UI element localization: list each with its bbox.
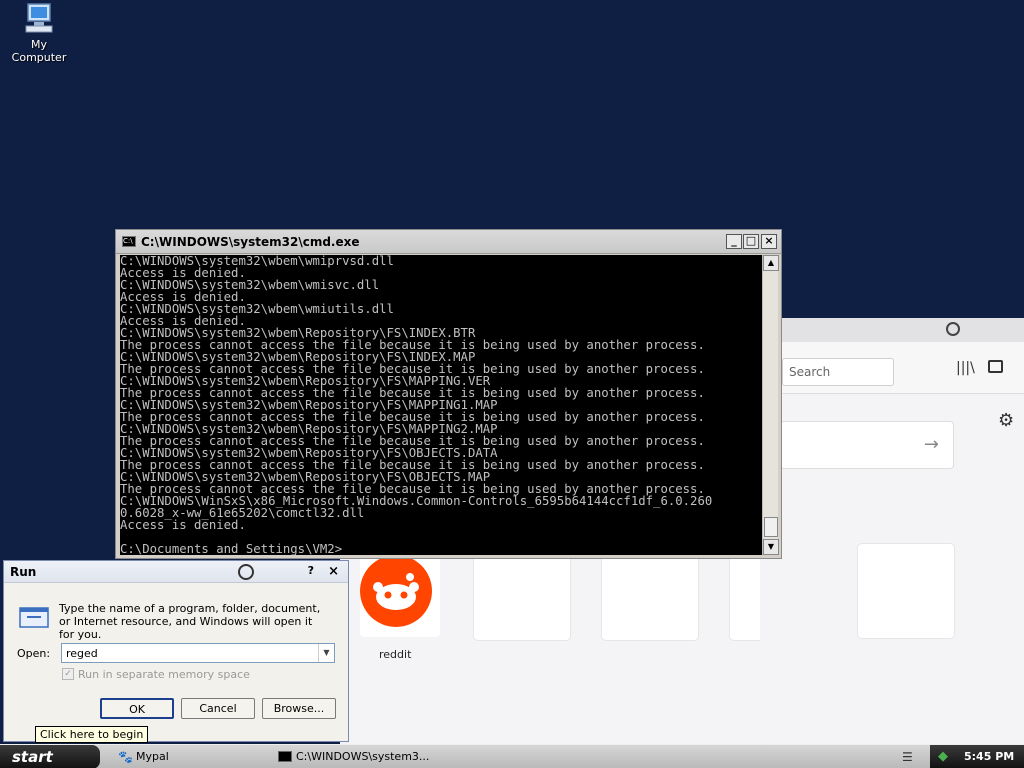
scroll-thumb[interactable]: [764, 517, 778, 537]
gear-icon[interactable]: ⚙: [998, 410, 1014, 431]
start-tooltip: Click here to begin: [35, 726, 149, 743]
xp-logo-icon: [946, 322, 960, 336]
cmd-scrollbar[interactable]: ▲ ▼: [762, 255, 779, 555]
console-line: C:\Documents and Settings\VM2>: [120, 542, 343, 555]
arrow-right-icon[interactable]: →: [924, 434, 939, 455]
cmd-window[interactable]: C:\ C:\WINDOWS\system32\cmd.exe _ □ × C:…: [115, 229, 782, 559]
taskbar-item-label: Mypal: [136, 750, 169, 763]
sidebar-icon[interactable]: [988, 360, 1003, 373]
system-tray: ◆ 5:45 PM: [930, 745, 1024, 768]
library-icon[interactable]: |||\: [956, 360, 975, 376]
start-button[interactable]: start: [0, 745, 100, 768]
empty-tile[interactable]: [858, 544, 954, 638]
reddit-tile[interactable]: [360, 555, 440, 637]
network-icon[interactable]: ☰: [902, 750, 913, 764]
cmd-title: C:\WINDOWS\system32\cmd.exe: [141, 235, 360, 249]
open-input-value[interactable]: reged: [66, 647, 98, 660]
my-computer-label: My Computer: [11, 38, 67, 64]
separate-memory-checkbox: ✓: [62, 668, 74, 680]
reddit-icon: [360, 555, 432, 627]
open-label: Open:: [17, 647, 51, 660]
computer-icon: [22, 2, 56, 36]
browser-toolbar: Search |||\: [760, 342, 1024, 394]
help-button[interactable]: ?: [308, 564, 314, 577]
run-title: Run: [10, 565, 37, 579]
clock[interactable]: 5:45 PM: [964, 750, 1014, 763]
reddit-tile-label: reddit: [379, 648, 412, 661]
newtab-search-bar[interactable]: →: [780, 421, 954, 469]
open-input[interactable]: reged ▼: [61, 643, 335, 663]
taskbar-item-mypal[interactable]: 🐾 Mypal: [116, 747, 173, 767]
close-button[interactable]: ×: [761, 234, 777, 249]
console-output[interactable]: C:\WINDOWS\system32\wbem\wmiprvsd.dll Acc…: [120, 255, 762, 555]
separate-memory-label: Run in separate memory space: [78, 668, 250, 681]
cancel-button[interactable]: Cancel: [181, 698, 255, 719]
ok-button[interactable]: OK: [100, 698, 174, 719]
close-button[interactable]: ×: [328, 564, 339, 579]
taskbar-item-cmd[interactable]: C:\WINDOWS\system3...: [276, 747, 433, 767]
scroll-up-arrow-icon[interactable]: ▲: [763, 255, 779, 271]
minimize-button[interactable]: _: [726, 234, 742, 249]
cmd-icon: [278, 751, 292, 762]
taskbar: start 🐾 Mypal C:\WINDOWS\system3... ☰ ◆ …: [0, 744, 1024, 768]
xp-logo-icon: [238, 564, 254, 580]
browser-titlebar: [760, 318, 1024, 342]
maximize-button[interactable]: □: [743, 234, 759, 249]
browse-button[interactable]: Browse...: [262, 698, 336, 719]
scroll-down-arrow-icon[interactable]: ▼: [763, 539, 779, 555]
start-label: start: [12, 748, 53, 766]
run-program-icon: [19, 605, 51, 632]
browser-window: Search |||\ ⚙: [760, 318, 1024, 744]
cmd-icon: C:\: [122, 236, 136, 247]
taskbar-item-label: C:\WINDOWS\system3...: [296, 750, 430, 763]
run-description: Type the name of a program, folder, docu…: [59, 602, 321, 641]
browser-search-box[interactable]: Search: [782, 358, 894, 386]
run-titlebar[interactable]: Run ? ×: [4, 561, 348, 583]
my-computer-desktop-icon[interactable]: My Computer: [4, 2, 74, 64]
chevron-down-icon[interactable]: ▼: [318, 644, 334, 662]
cmd-titlebar[interactable]: C:\ C:\WINDOWS\system32\cmd.exe _ □ ×: [116, 230, 781, 254]
tray-app-icon[interactable]: ◆: [938, 749, 948, 764]
console-line: Access is denied.: [120, 518, 246, 532]
run-dialog[interactable]: Run ? × Type the name of a program, fold…: [3, 560, 349, 742]
mypal-icon: 🐾: [118, 750, 133, 764]
